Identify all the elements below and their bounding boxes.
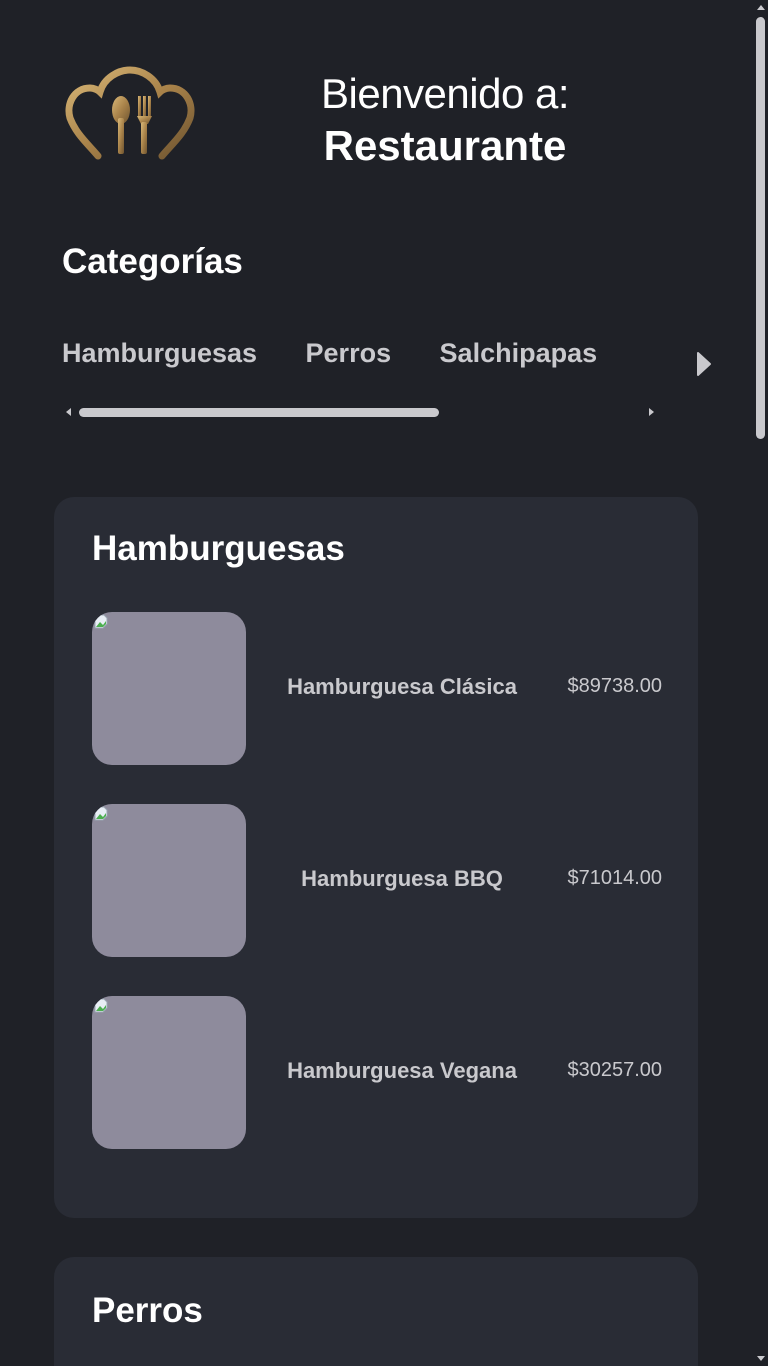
category-link-perros[interactable]: Perros bbox=[306, 338, 392, 369]
categories-title: Categorías bbox=[62, 242, 243, 281]
scroll-down-arrow-icon[interactable] bbox=[757, 1356, 765, 1361]
product-image bbox=[92, 612, 246, 765]
scrollbar-thumb[interactable] bbox=[756, 17, 765, 439]
welcome-heading: Bienvenido a: Restaurante bbox=[300, 68, 590, 172]
product-image bbox=[92, 804, 246, 957]
categories-scrollbar[interactable] bbox=[62, 404, 658, 420]
product-price: $89738.00 bbox=[567, 675, 662, 697]
product-item[interactable]: Hamburguesa BBQ $71014.00 bbox=[92, 804, 662, 957]
categories-scroller[interactable]: Hamburguesas Perros Salchipapas bbox=[62, 338, 662, 378]
page-scrollbar[interactable] bbox=[754, 0, 768, 1366]
scroll-left-arrow-icon[interactable] bbox=[66, 408, 71, 416]
chef-hat-spoon-fork-icon bbox=[65, 66, 195, 160]
product-name: Hamburguesa Vegana bbox=[287, 1058, 517, 1083]
restaurant-logo bbox=[64, 66, 196, 162]
broken-image-icon bbox=[94, 998, 108, 1013]
welcome-text: Bienvenido a: bbox=[320, 70, 570, 117]
product-name: Hamburguesa Clásica bbox=[287, 674, 517, 699]
page: Bienvenido a: Restaurante Categorías Ham… bbox=[0, 0, 754, 1366]
broken-image-icon bbox=[94, 614, 108, 629]
scroll-right-arrow-icon[interactable] bbox=[649, 408, 654, 416]
triangle-right-icon bbox=[697, 352, 711, 376]
restaurant-name: Restaurante bbox=[323, 122, 567, 169]
categories-next-button[interactable] bbox=[694, 350, 714, 378]
section-card-hamburguesas: Hamburguesas Hamburguesa Clásica $89738.… bbox=[54, 497, 698, 1218]
section-card-perros: Perros bbox=[54, 1257, 698, 1366]
product-image bbox=[92, 996, 246, 1149]
product-name: Hamburguesa BBQ bbox=[301, 866, 503, 891]
product-price: $71014.00 bbox=[567, 867, 662, 889]
category-link-salchipapas[interactable]: Salchipapas bbox=[440, 338, 598, 369]
product-price: $30257.00 bbox=[567, 1059, 662, 1081]
scrollbar-thumb[interactable] bbox=[79, 408, 439, 417]
section-title: Hamburguesas bbox=[92, 529, 345, 568]
product-item[interactable]: Hamburguesa Clásica $89738.00 bbox=[92, 612, 662, 765]
broken-image-icon bbox=[94, 806, 108, 821]
category-link-hamburguesas[interactable]: Hamburguesas bbox=[62, 338, 257, 369]
product-item[interactable]: Hamburguesa Vegana $30257.00 bbox=[92, 996, 662, 1149]
scroll-up-arrow-icon[interactable] bbox=[757, 5, 765, 10]
section-title: Perros bbox=[92, 1291, 203, 1330]
